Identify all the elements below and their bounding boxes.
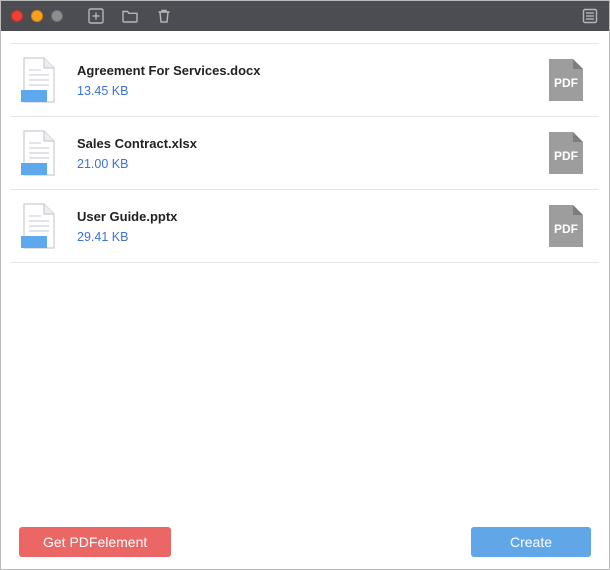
svg-text:PDF: PDF — [554, 222, 578, 236]
create-button[interactable]: Create — [471, 527, 591, 557]
file-meta: User Guide.pptx 29.41 KB — [77, 209, 529, 244]
file-size: 13.45 KB — [77, 84, 529, 98]
add-file-icon[interactable] — [87, 7, 105, 25]
document-icon — [19, 56, 59, 104]
minimize-window-button[interactable] — [31, 10, 43, 22]
list-icon[interactable] — [581, 7, 599, 25]
file-row[interactable]: Agreement For Services.docx 13.45 KB PDF — [11, 43, 599, 117]
folder-icon[interactable] — [121, 7, 139, 25]
maximize-window-button[interactable] — [51, 10, 63, 22]
window: Agreement For Services.docx13.45 KBPDFSa… — [0, 0, 610, 570]
get-pdfelement-button[interactable]: Get PDFelement — [19, 527, 171, 557]
file-size: 29.41 KB — [77, 230, 529, 244]
file-meta: Sales Contract.xlsx 21.00 KB — [77, 136, 529, 171]
traffic-lights — [11, 10, 63, 22]
footer: Get PDFelement Create — [1, 515, 609, 569]
file-size: 21.00 KB — [77, 157, 529, 171]
pdf-output-icon: PDF — [547, 57, 585, 103]
svg-text:PDF: PDF — [554, 149, 578, 163]
file-row[interactable]: User Guide.pptx 29.41 KB PDF — [11, 190, 599, 263]
toolbar — [87, 7, 173, 25]
file-name: Agreement For Services.docx — [77, 63, 529, 78]
svg-text:PDF: PDF — [554, 76, 578, 90]
trash-icon[interactable] — [155, 7, 173, 25]
file-meta: Agreement For Services.docx 13.45 KB — [77, 63, 529, 98]
file-row[interactable]: Sales Contract.xlsx 21.00 KB PDF — [11, 117, 599, 190]
titlebar — [1, 1, 609, 31]
close-window-button[interactable] — [11, 10, 23, 22]
pdf-output-icon: PDF — [547, 130, 585, 176]
document-icon — [19, 129, 59, 177]
file-name: Sales Contract.xlsx — [77, 136, 529, 151]
pdf-output-icon: PDF — [547, 203, 585, 249]
file-name: User Guide.pptx — [77, 209, 529, 224]
file-list: Agreement For Services.docx13.45 KBPDFSa… — [1, 31, 609, 515]
document-icon — [19, 202, 59, 250]
